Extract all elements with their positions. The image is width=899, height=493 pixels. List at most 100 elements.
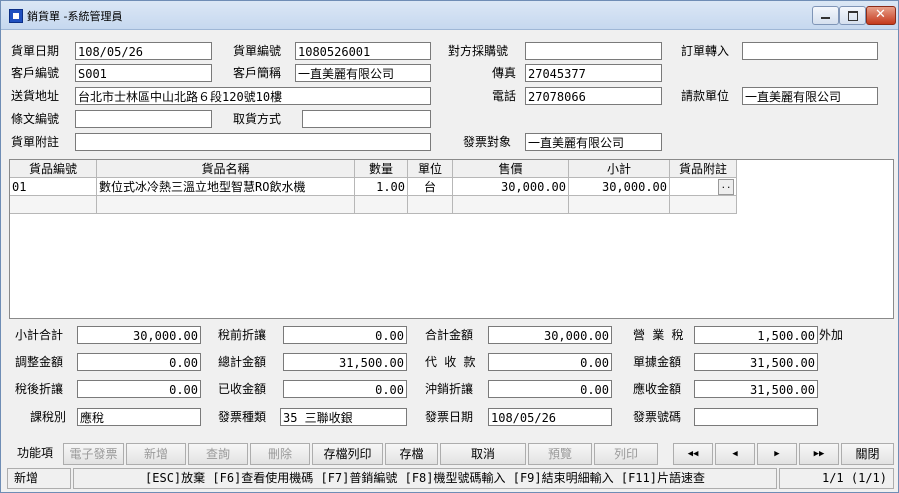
first-record-icon: ◀◀ — [687, 449, 699, 459]
col-header-price[interactable]: 售價 — [453, 160, 569, 178]
receivable-field[interactable]: 31,500.00 — [694, 380, 818, 398]
received-field[interactable]: 0.00 — [283, 380, 407, 398]
doc-amount-field[interactable]: 31,500.00 — [694, 353, 818, 371]
empty-cell[interactable] — [569, 196, 670, 214]
add-button[interactable]: 新增 — [126, 443, 186, 465]
cell-qty[interactable]: 1.00 — [355, 178, 408, 196]
pre-tax-discount-field[interactable]: 0.00 — [283, 326, 407, 344]
fax-label: 傳真 — [492, 66, 517, 80]
e-invoice-button[interactable]: 電子發票 — [63, 443, 124, 465]
grand-total-field[interactable]: 31,500.00 — [283, 353, 407, 371]
col-header-subtotal[interactable]: 小計 — [569, 160, 670, 178]
invoice-target-field[interactable]: 一直美麗有限公司 — [525, 133, 662, 151]
query-button[interactable]: 查詢 — [188, 443, 248, 465]
close-icon: ✕ — [875, 7, 886, 22]
delete-button[interactable]: 刪除 — [250, 443, 310, 465]
remark-field[interactable] — [75, 133, 431, 151]
title-bar[interactable]: 銷貨單 -系統管理員 ✕ — [1, 1, 898, 30]
col-header-item-code[interactable]: 貨品編號 — [10, 160, 97, 178]
invoice-date-field[interactable]: 108/05/26 — [75, 42, 212, 60]
next-record-button[interactable]: ▶ — [757, 443, 797, 465]
col-header-item-remark[interactable]: 貨品附註 — [670, 160, 737, 178]
cell-item-code[interactable]: 01 — [10, 178, 97, 196]
close-button[interactable]: 關閉 — [841, 443, 894, 465]
order-import-label: 訂單轉入 — [681, 44, 730, 58]
last-record-button[interactable]: ▶▶ — [799, 443, 839, 465]
writeoff-field[interactable]: 0.00 — [488, 380, 612, 398]
save-print-button[interactable]: 存檔列印 — [312, 443, 383, 465]
items-grid[interactable]: 貨品編號 貨品名稱 數量 單位 售價 小計 貨品附註 01 數位式冰冷熱三溫立地… — [9, 159, 894, 319]
after-tax-discount-label: 稅後折讓 — [15, 382, 64, 396]
cell-unit[interactable]: 台 — [408, 178, 453, 196]
empty-cell[interactable] — [453, 196, 569, 214]
minimize-icon — [821, 17, 830, 19]
remark-label: 貨單附註 — [11, 135, 60, 149]
fax-field[interactable]: 27045377 — [525, 64, 662, 82]
business-tax-field[interactable]: 1,500.00 — [694, 326, 818, 344]
empty-cell[interactable] — [408, 196, 453, 214]
function-toolbar: 功能項 電子發票 新增 查詢 刪除 存檔列印 存檔 取消 預覽 列印 ◀◀ ◀ … — [7, 443, 894, 465]
empty-cell[interactable] — [97, 196, 355, 214]
minimize-button[interactable] — [812, 6, 839, 25]
cancel-button[interactable]: 取消 — [440, 443, 526, 465]
customer-short-field[interactable]: 一直美麗有限公司 — [295, 64, 431, 82]
close-window-button[interactable]: ✕ — [866, 6, 896, 25]
invoice-date2-label: 發票日期 — [425, 410, 474, 424]
total-amount-field[interactable]: 30,000.00 — [488, 326, 612, 344]
empty-cell[interactable] — [355, 196, 408, 214]
after-tax-discount-field[interactable]: 0.00 — [77, 380, 201, 398]
adjust-field[interactable]: 0.00 — [77, 353, 201, 371]
tax-mode-label: 外加 — [819, 328, 844, 342]
collect-label: 代 收 款 — [425, 355, 476, 369]
invoice-date2-field[interactable]: 108/05/26 — [488, 408, 612, 426]
billing-unit-label: 請款單位 — [681, 89, 730, 103]
col-header-qty[interactable]: 數量 — [355, 160, 408, 178]
customer-code-field[interactable]: S001 — [75, 64, 212, 82]
invoice-no-field[interactable]: 1080526001 — [295, 42, 431, 60]
function-label: 功能項 — [16, 446, 53, 460]
collect-field[interactable]: 0.00 — [488, 353, 612, 371]
tax-type-label: 課稅別 — [30, 410, 67, 424]
save-button[interactable]: 存檔 — [385, 443, 438, 465]
phone-field[interactable]: 27078066 — [525, 87, 662, 105]
total-amount-label: 合計金額 — [425, 328, 474, 342]
delivery-addr-field[interactable]: 台北市士林區中山北路６段120號10樓 — [75, 87, 431, 105]
received-label: 已收金額 — [218, 382, 267, 396]
order-import-field[interactable] — [742, 42, 878, 60]
clause-code-field[interactable] — [75, 110, 212, 128]
col-header-item-name[interactable]: 貨品名稱 — [97, 160, 355, 178]
first-record-button[interactable]: ◀◀ — [673, 443, 713, 465]
cell-subtotal[interactable]: 30,000.00 — [569, 178, 670, 196]
print-button[interactable]: 列印 — [594, 443, 658, 465]
status-bar: 新增 [ESC]放棄 [F6]查看使用機碼 [F7]普銷編號 [F8]機型號碼輸… — [7, 468, 894, 489]
business-tax-label: 營 業 稅 — [633, 328, 684, 342]
empty-cell[interactable] — [670, 196, 737, 214]
receivable-label: 應收金額 — [633, 382, 682, 396]
cell-item-name[interactable]: 數位式冰冷熱三溫立地型智慧RO飲水機 — [97, 178, 355, 196]
col-header-unit[interactable]: 單位 — [408, 160, 453, 178]
sales-order-window: 銷貨單 -系統管理員 ✕ 貨單日期 108/05/26 貨單編號 1080526… — [0, 0, 899, 493]
subtotal-label: 小計合計 — [15, 328, 64, 342]
empty-cell[interactable] — [10, 196, 97, 214]
delivery-addr-label: 送貨地址 — [11, 89, 60, 103]
status-page: 1/1 (1/1) — [779, 468, 894, 489]
po-no-field[interactable] — [525, 42, 662, 60]
status-hint: [ESC]放棄 [F6]查看使用機碼 [F7]普銷編號 [F8]機型號碼輸入 [… — [73, 468, 777, 489]
invoice-target-label: 發票對象 — [463, 135, 512, 149]
cell-price[interactable]: 30,000.00 — [453, 178, 569, 196]
customer-short-label: 客戶簡稱 — [233, 66, 282, 80]
item-remark-ellipsis-button[interactable]: .. — [718, 179, 734, 195]
maximize-button[interactable] — [839, 6, 866, 25]
doc-amount-label: 單據金額 — [633, 355, 682, 369]
window-title: 銷貨單 -系統管理員 — [27, 10, 123, 23]
billing-unit-field[interactable]: 一直美麗有限公司 — [742, 87, 878, 105]
invoice-number-field[interactable] — [694, 408, 818, 426]
tax-type-field[interactable]: 應稅 — [77, 408, 201, 426]
pickup-field[interactable] — [302, 110, 431, 128]
invoice-kind-field[interactable]: 35 三聯收銀 — [280, 408, 407, 426]
prev-record-button[interactable]: ◀ — [715, 443, 755, 465]
preview-button[interactable]: 預覽 — [528, 443, 592, 465]
app-icon — [9, 9, 23, 23]
invoice-kind-label: 發票種類 — [218, 410, 267, 424]
subtotal-field[interactable]: 30,000.00 — [77, 326, 201, 344]
